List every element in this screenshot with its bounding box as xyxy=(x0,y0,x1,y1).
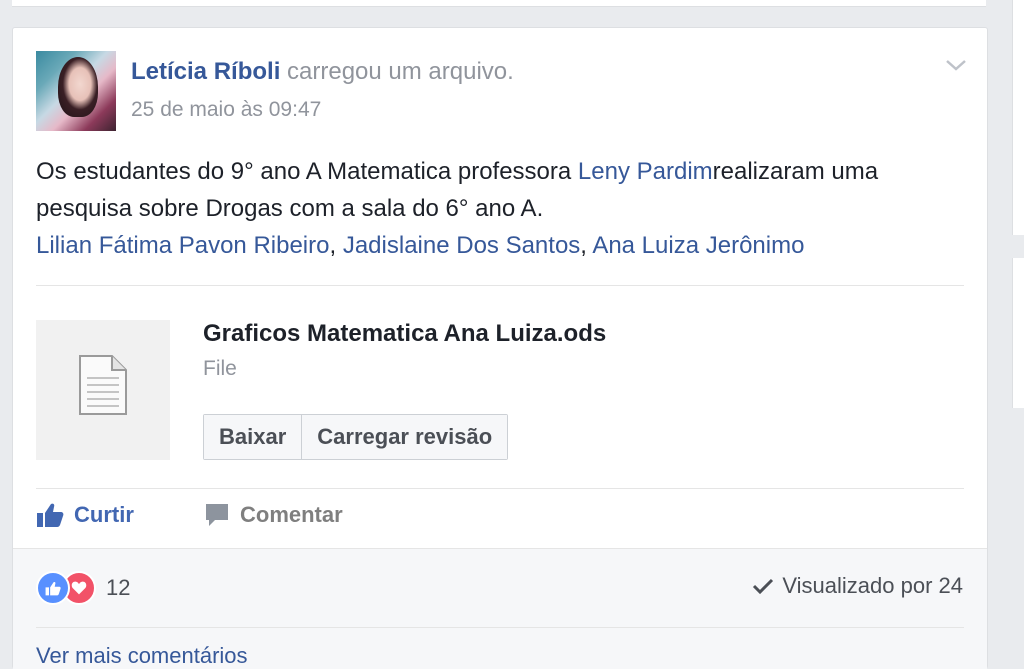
checkmark-icon xyxy=(753,578,774,595)
post-text: Os estudantes do 9° ano A Matematica pro… xyxy=(36,158,578,185)
like-reaction-icon xyxy=(36,571,70,605)
thumbs-up-icon xyxy=(37,503,64,527)
right-sidebar-panel xyxy=(1012,0,1024,235)
right-sidebar-panel xyxy=(1012,258,1024,408)
post-card: Letícia Ríboli carregou um arquivo. 25 d… xyxy=(12,27,988,669)
download-button[interactable]: Baixar xyxy=(204,415,302,459)
comment-icon xyxy=(206,504,228,526)
mention-teacher-link[interactable]: Leny Pardim xyxy=(578,158,713,185)
tagged-user-link[interactable]: Jadislaine Dos Santos xyxy=(343,232,580,259)
file-thumbnail[interactable] xyxy=(36,320,170,460)
tag-separator: , xyxy=(329,232,343,259)
right-sidebar-strip xyxy=(1012,0,1024,653)
comment-label: Comentar xyxy=(240,502,343,527)
document-icon xyxy=(79,355,127,415)
post-header: Letícia Ríboli carregou um arquivo. xyxy=(131,58,514,86)
author-name-link[interactable]: Letícia Ríboli xyxy=(131,58,280,85)
file-type-label: File xyxy=(203,357,237,380)
file-name-link[interactable]: Graficos Matematica Ana Luiza.ods xyxy=(203,320,606,348)
post-body: Os estudantes do 9° ano A Matematica pro… xyxy=(36,153,976,264)
avatar-photo xyxy=(58,57,98,117)
seen-by-label: Visualizado por 24 xyxy=(782,573,963,598)
divider xyxy=(36,488,964,489)
tag-separator: , xyxy=(580,232,593,259)
seen-by[interactable]: Visualizado por 24 xyxy=(752,573,963,599)
post-options-chevron-icon[interactable] xyxy=(943,54,969,76)
reaction-count: 12 xyxy=(106,575,131,600)
like-label: Curtir xyxy=(74,502,134,527)
upload-revision-button[interactable]: Carregar revisão xyxy=(301,415,508,459)
previous-post-card xyxy=(12,0,986,7)
comment-button[interactable]: Comentar xyxy=(204,502,343,528)
divider xyxy=(36,285,964,286)
file-button-group: Baixar Carregar revisão xyxy=(203,414,509,460)
tagged-user-link[interactable]: Ana Luiza Jerônimo xyxy=(592,232,804,259)
post-timestamp[interactable]: 25 de maio às 09:47 xyxy=(131,98,321,122)
tagged-user-link[interactable]: Lilian Fátima Pavon Ribeiro xyxy=(36,232,329,259)
view-more-comments-link[interactable]: Ver mais comentários xyxy=(36,643,248,669)
post-action-text: carregou um arquivo. xyxy=(287,58,514,85)
divider xyxy=(36,627,964,628)
like-button[interactable]: Curtir xyxy=(36,502,134,528)
reactions-summary[interactable]: 12 xyxy=(36,571,130,605)
avatar[interactable] xyxy=(36,51,116,131)
